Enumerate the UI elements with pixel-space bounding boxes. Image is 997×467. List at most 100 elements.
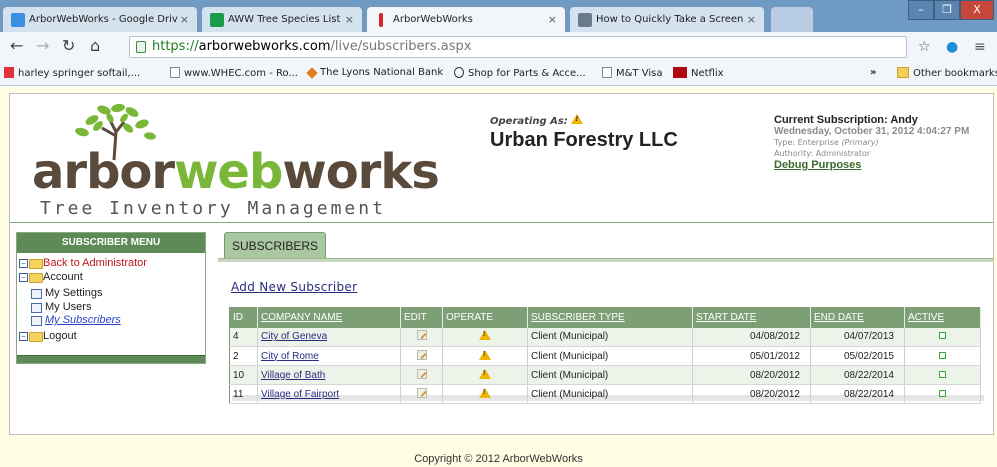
browser-tab-google-drive[interactable]: ArborWebWorks - Google Driv × <box>2 6 198 32</box>
reload-icon[interactable]: ↻ <box>62 37 75 55</box>
bookmark-label: www.WHEC.com - Ro... <box>184 68 298 79</box>
bookmark-lyons-bank[interactable]: The Lyons National Bank <box>306 67 443 79</box>
close-tab-icon[interactable]: × <box>345 13 354 26</box>
parts-logo-icon <box>454 67 464 78</box>
browser-tab-species-list[interactable]: AWW Tree Species List × <box>201 6 363 32</box>
url-host: arborwebworks.com <box>198 39 331 54</box>
company-link[interactable]: City of Geneva <box>261 331 327 342</box>
tab-label: AWW Tree Species List <box>228 14 341 25</box>
sheets-icon <box>210 13 224 27</box>
cell-edit <box>400 327 443 347</box>
edit-icon[interactable] <box>416 368 427 379</box>
table-row: 4 City of Geneva Client (Municipal) 04/0… <box>229 327 981 347</box>
debug-purposes-link[interactable]: Debug Purposes <box>774 159 994 171</box>
add-new-subscriber-link[interactable]: Add New Subscriber <box>231 280 357 294</box>
bookmark-harley[interactable]: harley springer softail,... <box>4 67 140 79</box>
menu-item-logout[interactable]: − Logout <box>19 330 205 344</box>
subscriber-menu-tree: − Back to Administrator − Account My Set… <box>17 253 205 344</box>
bookmark-netflix[interactable]: Netflix <box>673 67 724 79</box>
company-link[interactable]: Village of Fairport <box>261 389 339 400</box>
cell-subscriber-type: Client (Municipal) <box>527 346 693 366</box>
table-row: 11 Village of Fairport Client (Municipal… <box>229 384 981 404</box>
table-row: 2 City of Rome Client (Municipal) 05/01/… <box>229 346 981 366</box>
folder-icon <box>897 67 909 78</box>
bookmark-mt-visa[interactable]: M&T Visa <box>602 67 662 79</box>
star-icon[interactable]: ☆ <box>918 39 931 55</box>
site-icon <box>379 13 383 27</box>
google-drive-icon <box>11 13 25 27</box>
edit-icon[interactable] <box>416 330 427 341</box>
edit-icon[interactable] <box>416 349 427 360</box>
company-link[interactable]: City of Rome <box>261 351 319 362</box>
menu-item-my-settings[interactable]: My Settings <box>19 287 205 301</box>
menu-item-account[interactable]: − Account <box>19 271 205 285</box>
subscriber-menu: SUBSCRIBER MENU − Back to Administrator … <box>16 232 206 364</box>
close-tab-icon[interactable]: × <box>180 13 189 26</box>
page-icon <box>170 67 180 78</box>
active-checkbox-icon[interactable] <box>939 389 946 397</box>
column-header-subscriber-type[interactable]: SUBSCRIBER TYPE <box>527 307 693 328</box>
operate-warning-icon[interactable] <box>479 349 491 360</box>
cell-end-date: 08/22/2014 <box>810 365 905 385</box>
subscription-title: Current Subscription: Andy <box>774 114 918 126</box>
column-header-start-date[interactable]: START DATE <box>692 307 811 328</box>
collapse-icon[interactable]: − <box>19 332 28 341</box>
menu-item-label: Account <box>43 271 83 283</box>
menu-item-back-to-administrator[interactable]: − Back to Administrator <box>19 257 205 271</box>
bookmarks-overflow-icon[interactable]: » <box>870 67 876 78</box>
bookmark-parts[interactable]: Shop for Parts & Acce... <box>454 67 586 79</box>
close-tab-icon[interactable]: × <box>548 13 557 26</box>
lock-icon <box>136 41 146 53</box>
browser-toolbar: ← → ↻ ⌂ https://arborwebworks.com/live/s… <box>0 32 997 62</box>
edit-icon[interactable] <box>416 387 427 398</box>
operate-warning-icon[interactable] <box>479 330 491 341</box>
column-header-active[interactable]: ACTIVE <box>904 307 981 328</box>
ebay-icon <box>4 67 14 78</box>
restore-button[interactable]: ❐ <box>934 0 960 20</box>
active-checkbox-icon[interactable] <box>939 370 946 378</box>
header-divider <box>10 222 993 223</box>
menu-item-label: My Settings <box>45 287 103 299</box>
active-checkbox-icon[interactable] <box>939 351 946 359</box>
company-link[interactable]: Village of Bath <box>261 370 325 381</box>
browser-tab-strip: ArborWebWorks - Google Driv × AWW Tree S… <box>0 0 997 33</box>
minimize-button[interactable]: – <box>908 0 934 20</box>
logo-word-works: works <box>282 144 439 200</box>
cell-company: Village of Fairport <box>257 384 401 404</box>
new-tab-button[interactable] <box>770 6 814 32</box>
arborwebworks-logo[interactable]: arborwebworks Tree Inventory Management <box>32 102 440 222</box>
operate-warning-icon[interactable] <box>479 387 491 398</box>
active-checkbox-icon[interactable] <box>939 332 946 340</box>
other-bookmarks[interactable]: Other bookmarks <box>897 67 997 79</box>
skype-extension-icon[interactable]: ● <box>946 39 958 55</box>
tab-subscribers[interactable]: SUBSCRIBERS <box>224 232 326 258</box>
page-icon <box>31 303 42 313</box>
operate-warning-icon[interactable] <box>479 368 491 379</box>
close-tab-icon[interactable]: × <box>747 13 756 26</box>
menu-item-my-users[interactable]: My Users <box>19 301 205 314</box>
column-header-company-name[interactable]: COMPANY NAME <box>257 307 401 328</box>
forward-arrow-icon[interactable]: → <box>36 37 49 55</box>
subscription-type: Type: Enterprise (Primary) <box>774 137 994 148</box>
address-bar[interactable]: https://arborwebworks.com/live/subscribe… <box>129 36 907 58</box>
browser-tab-arborwebworks[interactable]: ArborWebWorks × <box>366 6 566 33</box>
column-header-operate: OPERATE <box>442 307 528 328</box>
collapse-icon[interactable]: − <box>19 259 28 268</box>
bookmark-whec[interactable]: www.WHEC.com - Ro... <box>170 67 298 79</box>
browser-tab-screenshot-article[interactable]: How to Quickly Take a Screen × <box>569 6 765 32</box>
cell-subscriber-type: Client (Municipal) <box>527 365 693 385</box>
cell-id: 11 <box>229 384 258 404</box>
home-icon[interactable]: ⌂ <box>90 37 100 55</box>
operating-as-block: Operating As: Urban Forestry LLC <box>490 114 678 152</box>
page-icon <box>31 316 42 326</box>
back-arrow-icon[interactable]: ← <box>10 37 23 55</box>
netflix-icon <box>673 67 687 78</box>
menu-icon[interactable]: ≡ <box>974 39 986 55</box>
cell-end-date: 04/07/2013 <box>810 327 905 347</box>
menu-item-my-subscribers[interactable]: My Subscribers <box>19 314 205 330</box>
column-header-end-date[interactable]: END DATE <box>810 307 905 328</box>
logo-word-web: web <box>174 144 283 200</box>
close-window-button[interactable]: X <box>960 0 994 20</box>
collapse-icon[interactable]: − <box>19 273 28 282</box>
cell-subscriber-type: Client (Municipal) <box>527 327 693 347</box>
